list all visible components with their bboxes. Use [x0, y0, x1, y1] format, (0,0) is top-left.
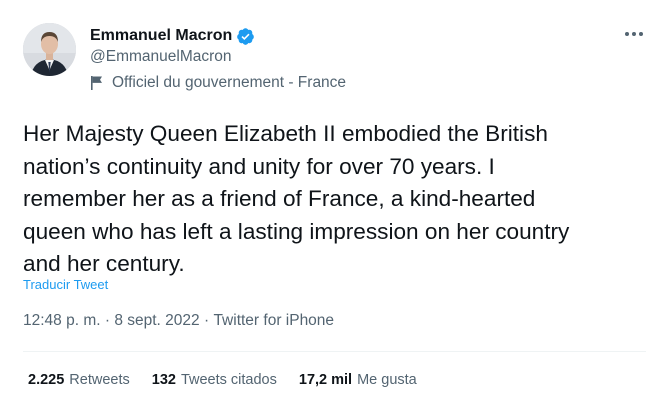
engagement-stats: 2.225 Retweets 132 Tweets citados 17,2 m… — [28, 372, 439, 388]
divider — [23, 351, 646, 352]
translate-tweet-link[interactable]: Traducir Tweet — [23, 277, 108, 292]
likes-stat[interactable]: 17,2 mil Me gusta — [299, 372, 417, 388]
author-name-row: Emmanuel Macron — [90, 25, 255, 47]
tweet-card: Emmanuel Macron @EmmanuelMacron Officiel… — [0, 0, 669, 404]
quote-tweets-label: Tweets citados — [180, 372, 277, 388]
author-handle[interactable]: @EmmanuelMacron — [90, 48, 232, 66]
tweet-metadata: 12:48 p. m. · 8 sept. 2022 · Twitter for… — [23, 312, 334, 330]
quote-tweets-stat[interactable]: 132 Tweets citados — [152, 372, 277, 388]
more-options-button[interactable] — [622, 24, 646, 44]
avatar[interactable] — [23, 23, 76, 76]
retweets-label: Retweets — [69, 372, 130, 388]
tweet-text: Her Majesty Queen Elizabeth II embodied … — [23, 121, 570, 276]
government-label: Officiel du gouvernement - France — [90, 74, 346, 92]
likes-label: Me gusta — [357, 372, 417, 388]
verified-badge-icon — [236, 27, 255, 46]
likes-count: 17,2 mil — [298, 372, 353, 388]
meta-separator: · — [100, 312, 115, 329]
flag-icon — [90, 75, 104, 91]
retweets-stat[interactable]: 2.225 Retweets — [28, 372, 130, 388]
tweet-source[interactable]: Twitter for iPhone — [213, 312, 334, 330]
government-label-text: Officiel du gouvernement - France — [112, 74, 347, 91]
meta-separator: · — [199, 312, 214, 329]
tweet-time[interactable]: 12:48 p. m. — [23, 312, 101, 330]
tweet-date[interactable]: 8 sept. 2022 — [114, 312, 199, 330]
more-options-icon — [625, 32, 643, 36]
author-display-name[interactable]: Emmanuel Macron — [90, 27, 232, 45]
retweets-count: 2.225 — [28, 372, 65, 388]
quote-tweets-count: 132 — [151, 372, 176, 388]
avatar-image — [23, 23, 76, 76]
